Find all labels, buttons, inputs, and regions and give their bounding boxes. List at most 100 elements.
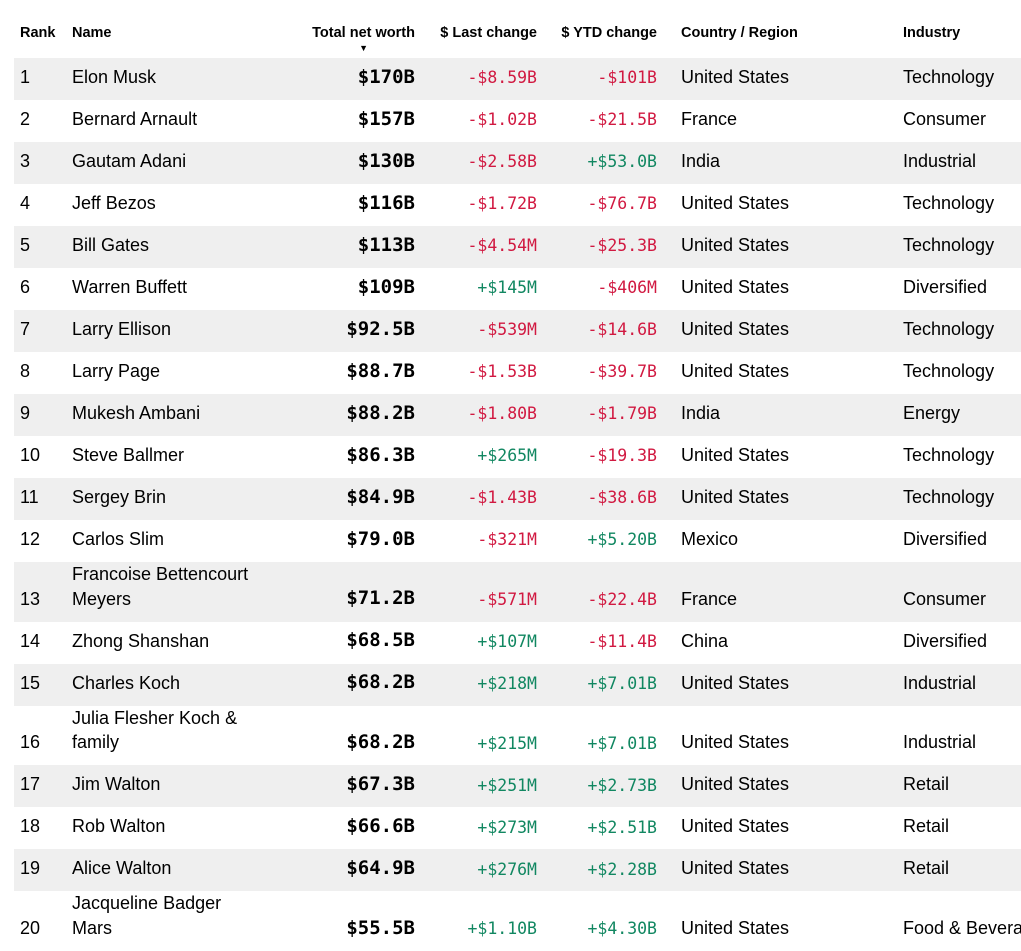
cell-last-change: +$1.10B [415, 891, 537, 951]
cell-country: Mexico [657, 520, 901, 562]
column-header-net-worth[interactable]: Total net worth▼ [300, 0, 415, 58]
table-row[interactable]: 20Jacqueline Badger Mars$55.5B+$1.10B+$4… [14, 891, 1021, 951]
column-header-label: Rank [20, 25, 55, 41]
cell-net-worth: $68.2B [300, 664, 415, 706]
column-header-last-change[interactable]: $ Last change [415, 0, 537, 58]
table-row[interactable]: 9Mukesh Ambani$88.2B-$1.80B-$1.79BIndiaE… [14, 394, 1021, 436]
table-header: Rank Name Total net worth▼ $ Last change$ Y… [14, 0, 1021, 58]
cell-industry: Diversified [901, 268, 1021, 310]
cell-name: Steve Ballmer [72, 436, 300, 478]
cell-rank: 2 [14, 100, 72, 142]
cell-industry: Retail [901, 765, 1021, 807]
header-row: Rank Name Total net worth▼ $ Last change$ Y… [14, 0, 1021, 58]
table-body: 1Elon Musk$170B-$8.59B-$101BUnited State… [14, 58, 1021, 951]
table-row[interactable]: 1Elon Musk$170B-$8.59B-$101BUnited State… [14, 58, 1021, 100]
cell-country: China [657, 622, 901, 664]
table-row[interactable]: 16Julia Flesher Koch & family$68.2B+$215… [14, 706, 1021, 766]
cell-net-worth: $116B [300, 184, 415, 226]
cell-industry: Energy [901, 394, 1021, 436]
cell-rank: 7 [14, 310, 72, 352]
cell-rank: 17 [14, 765, 72, 807]
cell-ytd-change: -$19.3B [537, 436, 657, 478]
column-header-name[interactable]: Name [72, 0, 300, 58]
table-row[interactable]: 15Charles Koch$68.2B+$218M+$7.01BUnited … [14, 664, 1021, 706]
cell-country: United States [657, 765, 901, 807]
cell-net-worth: $64.9B [300, 849, 415, 891]
cell-name: Bernard Arnault [72, 100, 300, 142]
cell-ytd-change: -$14.6B [537, 310, 657, 352]
table-row[interactable]: 7Larry Ellison$92.5B-$539M-$14.6BUnited … [14, 310, 1021, 352]
cell-country: United States [657, 310, 901, 352]
table-row[interactable]: 17Jim Walton$67.3B+$251M+$2.73BUnited St… [14, 765, 1021, 807]
cell-name: Zhong Shanshan [72, 622, 300, 664]
cell-name: Francoise Bettencourt Meyers [72, 562, 300, 622]
cell-country: United States [657, 352, 901, 394]
cell-country: India [657, 394, 901, 436]
cell-rank: 9 [14, 394, 72, 436]
cell-country: United States [657, 849, 901, 891]
table-row[interactable]: 12Carlos Slim$79.0B-$321M+$5.20BMexicoDi… [14, 520, 1021, 562]
cell-rank: 6 [14, 268, 72, 310]
cell-country: United States [657, 706, 901, 766]
cell-rank: 10 [14, 436, 72, 478]
column-header-industry[interactable]: Industry [901, 0, 1021, 58]
table-row[interactable]: 5Bill Gates$113B-$4.54M-$25.3BUnited Sta… [14, 226, 1021, 268]
cell-name: Carlos Slim [72, 520, 300, 562]
cell-name: Mukesh Ambani [72, 394, 300, 436]
cell-name: Jeff Bezos [72, 184, 300, 226]
cell-last-change: -$4.54M [415, 226, 537, 268]
table-row[interactable]: 8Larry Page$88.7B-$1.53B-$39.7BUnited St… [14, 352, 1021, 394]
cell-name: Larry Ellison [72, 310, 300, 352]
cell-ytd-change: -$25.3B [537, 226, 657, 268]
column-header-content: Rank [20, 25, 55, 41]
cell-last-change: -$321M [415, 520, 537, 562]
cell-ytd-change: +$5.20B [537, 520, 657, 562]
cell-net-worth: $113B [300, 226, 415, 268]
cell-country: France [657, 562, 901, 622]
cell-last-change: -$1.80B [415, 394, 537, 436]
cell-industry: Retail [901, 807, 1021, 849]
cell-ytd-change: -$39.7B [537, 352, 657, 394]
cell-name: Julia Flesher Koch & family [72, 706, 300, 766]
cell-ytd-change: -$38.6B [537, 478, 657, 520]
table-row[interactable]: 4Jeff Bezos$116B-$1.72B-$76.7BUnited Sta… [14, 184, 1021, 226]
cell-net-worth: $170B [300, 58, 415, 100]
column-header-content: Industry [903, 25, 960, 41]
cell-rank: 18 [14, 807, 72, 849]
table-row[interactable]: 11Sergey Brin$84.9B-$1.43B-$38.6BUnited … [14, 478, 1021, 520]
cell-last-change: -$539M [415, 310, 537, 352]
cell-name: Jim Walton [72, 765, 300, 807]
cell-ytd-change: +$2.28B [537, 849, 657, 891]
cell-name: Elon Musk [72, 58, 300, 100]
table-row[interactable]: 18Rob Walton$66.6B+$273M+$2.51BUnited St… [14, 807, 1021, 849]
cell-country: India [657, 142, 901, 184]
cell-rank: 12 [14, 520, 72, 562]
cell-rank: 1 [14, 58, 72, 100]
table-row[interactable]: 3Gautam Adani$130B-$2.58B+$53.0BIndiaInd… [14, 142, 1021, 184]
table-row[interactable]: 6Warren Buffett$109B+$145M-$406MUnited S… [14, 268, 1021, 310]
column-header-label: Industry [903, 25, 960, 41]
column-header-label: Country / Region [681, 25, 798, 41]
cell-name: Larry Page [72, 352, 300, 394]
column-header-rank[interactable]: Rank [14, 0, 72, 58]
cell-ytd-change: +$2.73B [537, 765, 657, 807]
column-header-country[interactable]: Country / Region [657, 0, 901, 58]
table-row[interactable]: 14Zhong Shanshan$68.5B+$107M-$11.4BChina… [14, 622, 1021, 664]
cell-rank: 20 [14, 891, 72, 951]
cell-last-change: -$1.02B [415, 100, 537, 142]
cell-ytd-change: -$21.5B [537, 100, 657, 142]
column-header-content: $ Last change [440, 25, 537, 41]
cell-rank: 5 [14, 226, 72, 268]
table-row[interactable]: 13Francoise Bettencourt Meyers$71.2B-$57… [14, 562, 1021, 622]
cell-rank: 15 [14, 664, 72, 706]
column-header-content: Name [72, 25, 112, 41]
cell-rank: 16 [14, 706, 72, 766]
cell-last-change: -$571M [415, 562, 537, 622]
table-row[interactable]: 2Bernard Arnault$157B-$1.02B-$21.5BFranc… [14, 100, 1021, 142]
table-row[interactable]: 10Steve Ballmer$86.3B+$265M-$19.3BUnited… [14, 436, 1021, 478]
column-header-ytd-change[interactable]: $ YTD change [537, 0, 657, 58]
cell-industry: Technology [901, 310, 1021, 352]
cell-country: United States [657, 807, 901, 849]
table-row[interactable]: 19Alice Walton$64.9B+$276M+$2.28BUnited … [14, 849, 1021, 891]
cell-last-change: +$276M [415, 849, 537, 891]
